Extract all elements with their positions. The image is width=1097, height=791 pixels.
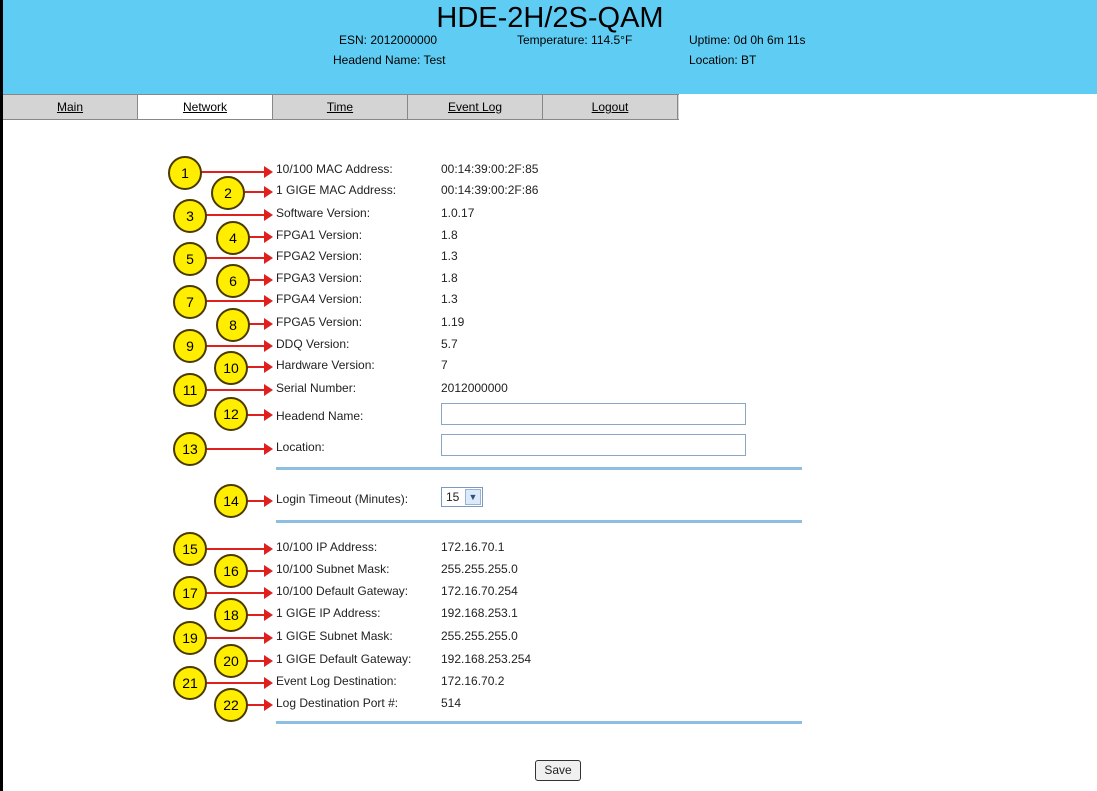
uptime-text: Uptime: 0d 0h 6m 11s (689, 33, 806, 47)
page-header: HDE-2H/2S-QAM ESN: 2012000000 Headend Na… (3, 0, 1097, 94)
fpga5-version-value: 1.19 (441, 315, 465, 329)
nav-tabs: Main Network Time Event Log Logout (3, 94, 679, 120)
callout-badge: 21 (173, 666, 207, 700)
esn-text: ESN: 2012000000 (339, 33, 438, 47)
software-version-label: Software Version: (276, 206, 371, 220)
save-button[interactable]: Save (535, 760, 581, 781)
fpga1-version-label: FPGA1 Version: (276, 228, 363, 242)
fpga3-version-value: 1.8 (441, 271, 458, 285)
login-timeout-label: Login Timeout (Minutes): (276, 492, 409, 506)
event-log-destination-label: Event Log Destination: (276, 674, 397, 688)
callout-badge: 19 (173, 621, 207, 655)
location-label: Location: (276, 440, 325, 454)
gige-subnet-label: 1 GIGE Subnet Mask: (276, 629, 393, 643)
login-timeout-select[interactable]: 15 ▼ (441, 487, 483, 507)
fpga5-version-label: FPGA5 Version: (276, 315, 363, 329)
separator (276, 721, 802, 724)
device-title: HDE-2H/2S-QAM (436, 2, 664, 34)
gige-subnet-value: 255.255.255.0 (441, 629, 518, 643)
fpga4-version-label: FPGA4 Version: (276, 292, 363, 306)
hardware-version-label: Hardware Version: (276, 358, 375, 372)
headend-name-input[interactable] (441, 403, 746, 425)
mac-10-100-value: 00:14:39:00:2F:85 (441, 162, 539, 176)
software-version-value: 1.0.17 (441, 206, 475, 220)
fpga2-version-value: 1.3 (441, 249, 458, 263)
callout-badge: 18 (214, 598, 248, 632)
event-log-destination-value: 172.16.70.2 (441, 674, 505, 688)
fpga4-version-value: 1.3 (441, 292, 458, 306)
ip-10-100-value: 172.16.70.1 (441, 540, 505, 554)
gige-ip-value: 192.168.253.1 (441, 606, 518, 620)
separator (276, 520, 802, 523)
log-port-value: 514 (441, 696, 462, 710)
fpga1-version-value: 1.8 (441, 228, 458, 242)
tab-logout[interactable]: Logout (543, 95, 678, 119)
tab-time[interactable]: Time (273, 95, 408, 119)
location-input[interactable] (441, 434, 746, 456)
fpga2-version-label: FPGA2 Version: (276, 249, 363, 263)
subnet-10-100-value: 255.255.255.0 (441, 562, 518, 576)
subnet-10-100-label: 10/100 Subnet Mask: (276, 562, 390, 576)
hardware-version-value: 7 (441, 358, 448, 372)
callout-badge: 16 (214, 554, 248, 588)
callout-badge: 3 (173, 199, 207, 233)
callout-badge: 13 (173, 432, 207, 466)
mac-gige-label: 1 GIGE MAC Address: (276, 183, 397, 197)
headend-name-text: Headend Name: Test (333, 53, 446, 67)
separator (276, 467, 802, 470)
gateway-10-100-value: 172.16.70.254 (441, 584, 518, 598)
gige-gateway-value: 192.168.253.254 (441, 652, 532, 666)
callout-badge: 17 (173, 576, 207, 610)
tab-main[interactable]: Main (3, 95, 138, 119)
serial-number-value: 2012000000 (441, 381, 508, 395)
tab-event-log[interactable]: Event Log (408, 95, 543, 119)
mac-10-100-label: 10/100 MAC Address: (276, 162, 393, 176)
ddq-version-label: DDQ Version: (276, 337, 350, 351)
callout-badge: 2 (211, 176, 245, 210)
gige-gateway-label: 1 GIGE Default Gateway: (276, 652, 412, 666)
callout-badge: 14 (214, 484, 248, 518)
temperature-text: Temperature: 114.5°F (517, 33, 633, 47)
callout-badge: 6 (216, 264, 250, 298)
headend-name-label: Headend Name: (276, 409, 364, 423)
callout-badge: 7 (173, 285, 207, 319)
callout-badge: 10 (214, 351, 248, 385)
callout-badge: 22 (214, 688, 248, 722)
location-text: Location: BT (689, 53, 757, 67)
fpga3-version-label: FPGA3 Version: (276, 271, 363, 285)
mac-gige-value: 00:14:39:00:2F:86 (441, 183, 539, 197)
gateway-10-100-label: 10/100 Default Gateway: (276, 584, 409, 598)
login-timeout-value: 15 (446, 490, 460, 504)
log-port-label: Log Destination Port #: (276, 696, 399, 710)
callout-badge: 5 (173, 242, 207, 276)
callout-badge: 11 (173, 373, 207, 407)
callout-badge: 20 (214, 644, 248, 678)
serial-number-label: Serial Number: (276, 381, 357, 395)
chevron-down-icon: ▼ (465, 489, 481, 505)
tab-network[interactable]: Network (138, 95, 273, 119)
gige-ip-label: 1 GIGE IP Address: (276, 606, 381, 620)
callout-badge: 1 (168, 156, 202, 190)
callout-badge: 15 (173, 532, 207, 566)
ip-10-100-label: 10/100 IP Address: (276, 540, 378, 554)
callout-badge: 9 (173, 329, 207, 363)
callout-badge: 8 (216, 308, 250, 342)
callout-badge: 12 (214, 397, 248, 431)
callout-badge: 4 (216, 221, 250, 255)
ddq-version-value: 5.7 (441, 337, 458, 351)
